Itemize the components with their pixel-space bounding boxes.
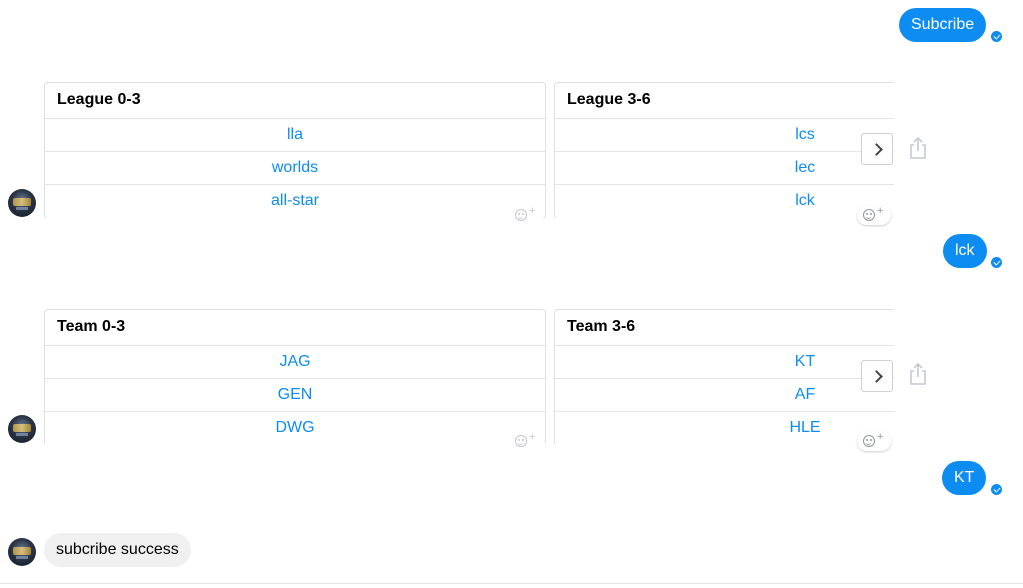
card-button-lec[interactable]: lec <box>555 152 894 185</box>
card-button-gen[interactable]: GEN <box>45 379 545 412</box>
share-icon[interactable] <box>908 362 928 386</box>
card-button-hle[interactable]: HLE <box>555 412 894 444</box>
check-circle-icon <box>991 257 1002 268</box>
card-title: Team 0-3 <box>45 310 545 346</box>
card-title: League 3-6 <box>555 83 894 119</box>
card-button-kt[interactable]: KT <box>555 346 894 379</box>
team-carousel: Team 0-3 JAG GEN DWG Team 3-6 KT AF HLE <box>44 309 894 444</box>
outgoing-message-subscribe: Subcribe <box>899 8 987 42</box>
carousel-card-team-0-3: Team 0-3 JAG GEN DWG <box>44 309 546 444</box>
league-carousel: League 0-3 lla worlds all-star League 3-… <box>44 82 894 218</box>
card-button-af[interactable]: AF <box>555 379 894 412</box>
messenger-thread: Subcribe League 0-3 lla worlds all-star … <box>0 0 1023 588</box>
check-circle-icon <box>991 484 1002 495</box>
carousel-card-league-0-3: League 0-3 lla worlds all-star <box>44 82 546 218</box>
card-button-dwg[interactable]: DWG <box>45 412 545 444</box>
league-logo-avatar <box>8 538 36 566</box>
carousel-next-button[interactable] <box>861 133 893 165</box>
league-logo-avatar <box>8 189 36 217</box>
league-logo-avatar <box>8 415 36 443</box>
card-button-jag[interactable]: JAG <box>45 346 545 379</box>
carousel-next-button[interactable] <box>861 360 893 392</box>
card-button-all-star[interactable]: all-star <box>45 185 545 218</box>
add-reaction-icon[interactable]: + <box>857 431 891 451</box>
card-button-worlds[interactable]: worlds <box>45 152 545 185</box>
share-icon[interactable] <box>908 136 928 160</box>
card-title: League 0-3 <box>45 83 545 119</box>
add-reaction-icon[interactable]: + <box>509 205 543 225</box>
card-title: Team 3-6 <box>555 310 894 346</box>
divider <box>0 583 1023 584</box>
carousel-card-team-3-6: Team 3-6 KT AF HLE <box>554 309 894 444</box>
outgoing-message-lck: lck <box>943 234 987 268</box>
check-circle-icon <box>991 31 1002 42</box>
outgoing-message-kt: KT <box>942 461 987 495</box>
card-button-lcs[interactable]: lcs <box>555 119 894 152</box>
card-button-lla[interactable]: lla <box>45 119 545 152</box>
card-button-lck[interactable]: lck <box>555 185 894 218</box>
incoming-message-success: subcribe success <box>44 533 191 567</box>
add-reaction-icon[interactable]: + <box>857 205 891 225</box>
carousel-card-league-3-6: League 3-6 lcs lec lck <box>554 82 894 218</box>
add-reaction-icon[interactable]: + <box>509 431 543 451</box>
